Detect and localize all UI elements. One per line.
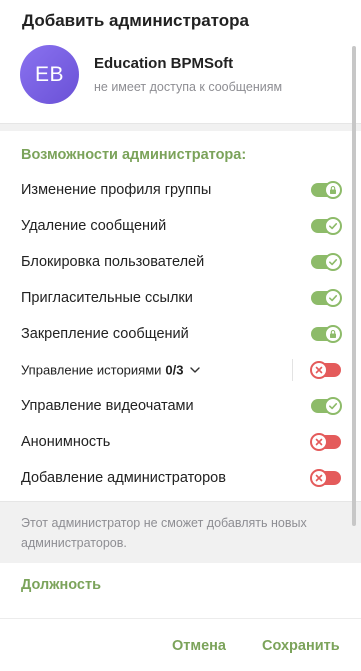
- check-icon: [324, 253, 342, 271]
- permission-label: Блокировка пользователей: [21, 254, 205, 270]
- permission-toggle[interactable]: [311, 217, 342, 235]
- permission-toggle[interactable]: [311, 253, 342, 271]
- permission-row-delete-messages[interactable]: Удаление сообщений: [0, 208, 355, 244]
- permissions-section-title: Возможности администратора:: [21, 147, 247, 163]
- check-icon: [324, 289, 342, 307]
- add-admin-dialog: Добавить администратора EB Education BPM…: [0, 0, 361, 671]
- permission-label: Управление видеочатами: [21, 398, 194, 414]
- permission-row-anonymity[interactable]: Анонимность: [0, 424, 355, 460]
- lock-icon: [324, 325, 342, 343]
- info-note-text: Этот администратор не сможет добавлять н…: [21, 516, 307, 550]
- save-button[interactable]: Сохранить: [262, 638, 340, 654]
- permission-row-pin-messages[interactable]: Закрепление сообщений: [0, 316, 355, 352]
- permission-label: Удаление сообщений: [21, 218, 167, 234]
- permission-toggle[interactable]: [311, 289, 342, 307]
- permission-row-change-group-profile[interactable]: Изменение профиля группы: [0, 172, 355, 208]
- vertical-separator: [292, 359, 293, 381]
- cross-icon: [310, 361, 328, 379]
- permission-label[interactable]: Управление историями 0/3: [21, 363, 200, 378]
- cross-icon: [310, 433, 328, 451]
- permission-row-add-admins[interactable]: Добавление администраторов: [0, 460, 355, 496]
- position-field-link[interactable]: Должность: [21, 577, 101, 593]
- avatar: EB: [20, 45, 79, 104]
- info-note: Этот администратор не сможет добавлять н…: [0, 501, 361, 563]
- cancel-button[interactable]: Отмена: [172, 638, 226, 654]
- profile-name: Education BPMSoft: [94, 55, 234, 72]
- manage-stories-label: Управление историями: [21, 362, 162, 378]
- permission-toggle[interactable]: [310, 433, 341, 451]
- permission-label: Закрепление сообщений: [21, 326, 189, 342]
- section-divider: [0, 123, 361, 131]
- permission-label: Изменение профиля группы: [21, 182, 212, 198]
- permission-row-manage-stories[interactable]: Управление историями 0/3: [0, 352, 355, 388]
- permission-label: Добавление администраторов: [21, 470, 226, 486]
- user-profile: EB Education BPMSoft не имеет доступа к …: [20, 45, 340, 105]
- cross-icon: [310, 469, 328, 487]
- permission-row-ban-users[interactable]: Блокировка пользователей: [0, 244, 355, 280]
- permission-toggle[interactable]: [311, 397, 342, 415]
- permission-row-invite-links[interactable]: Пригласительные ссылки: [0, 280, 355, 316]
- permission-label: Пригласительные ссылки: [21, 290, 193, 306]
- footer-divider: [0, 618, 361, 619]
- check-icon: [324, 397, 342, 415]
- check-icon: [324, 217, 342, 235]
- permission-toggle[interactable]: [311, 181, 342, 199]
- dialog-title: Добавить администратора: [22, 11, 249, 30]
- permission-label: Анонимность: [21, 434, 111, 450]
- profile-status: не имеет доступа к сообщениям: [94, 80, 283, 94]
- scrollbar[interactable]: [352, 46, 356, 526]
- chevron-down-icon[interactable]: [189, 365, 200, 377]
- permission-toggle[interactable]: [310, 361, 341, 379]
- permission-toggle[interactable]: [311, 325, 342, 343]
- stories-count: 0/3: [165, 362, 184, 378]
- lock-icon: [324, 181, 342, 199]
- permission-toggle[interactable]: [310, 469, 341, 487]
- permission-row-manage-videochats[interactable]: Управление видеочатами: [0, 388, 355, 424]
